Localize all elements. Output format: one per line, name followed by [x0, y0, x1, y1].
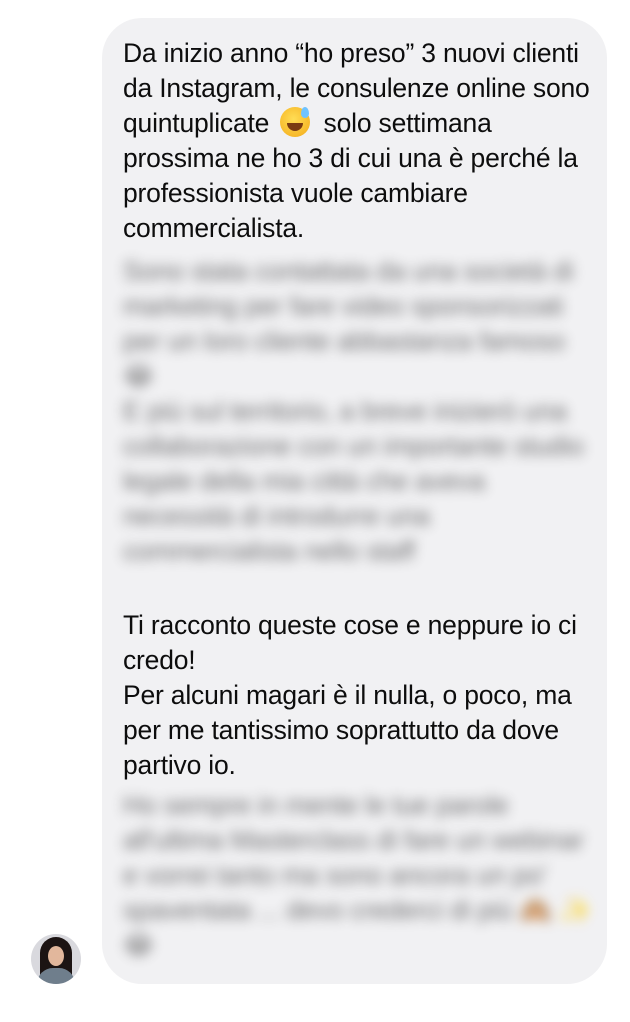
message-paragraphs-2-3: Ti racconto queste cose e neppure io ci …	[123, 608, 593, 783]
message-bubble[interactable]: Da inizio anno “ho preso” 3 nuovi client…	[102, 18, 607, 984]
grinning-face-with-sweat-icon	[280, 107, 311, 137]
blurred-text-block-2: Ho sempre in mente le tue parole all'ult…	[123, 790, 593, 960]
message-paragraph-2: Ti racconto queste cose e neppure io ci …	[123, 610, 577, 675]
message-paragraph-3: Per alcuni magari è il nulla, o poco, ma…	[123, 680, 572, 780]
message-paragraph-1: Da inizio anno “ho preso” 3 nuovi client…	[123, 36, 593, 246]
avatar-face	[48, 946, 64, 966]
blurred-text-block-1: Sono stata contattata da una società di …	[123, 256, 584, 566]
avatar[interactable]	[31, 934, 81, 984]
